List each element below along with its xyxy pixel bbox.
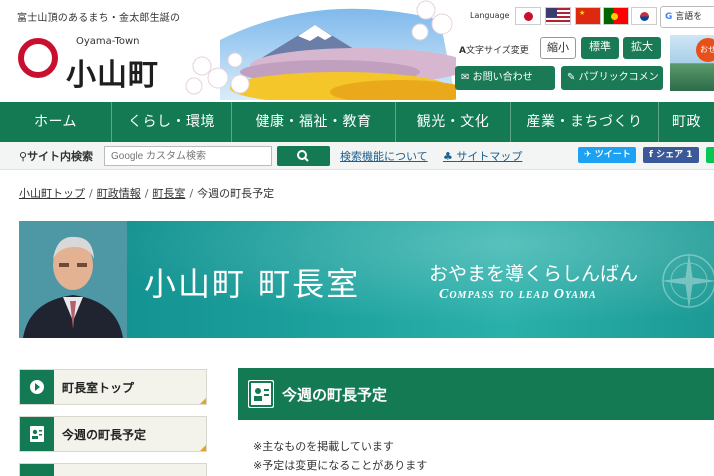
search-submit-button[interactable] (277, 146, 330, 166)
mayor-office-banner: 小山町 町長室 おやまを導くらしんばん Compass to lead Oyam… (19, 221, 714, 338)
note-line: ※主なものを掲載しています (253, 440, 394, 453)
tweet-button[interactable]: ✈ ツイート (578, 147, 636, 163)
contact-label: お問い合わせ (472, 72, 533, 83)
mail-icon: ✉ (461, 72, 470, 83)
breadcrumb: 小山町トップ / 町政情報 / 町長室 / 今週の町長予定 (19, 187, 275, 200)
flag-korea-icon[interactable] (631, 7, 657, 25)
search-icon: ⚲ (19, 150, 28, 163)
logo-title: 小山町 (66, 58, 159, 93)
site-search-label: ⚲サイト内検索 (19, 150, 94, 163)
nav-tourism-culture[interactable]: 観光・文化 (396, 102, 511, 142)
comment-icon: ✎ (567, 72, 576, 83)
breadcrumb-link-mayor-office[interactable]: 町長室 (152, 187, 185, 200)
note-line: ※予定は変更になることがあります (253, 459, 428, 472)
language-label: Language (470, 11, 510, 20)
sidebar-item-mayor-top[interactable]: 町長室トップ (19, 369, 207, 405)
page: 富士山頂のあるまち・金太郎生誕の地、静岡県小山町 Oyama-Town 小山町 (0, 0, 714, 476)
font-size-standard-button[interactable]: 標準 (581, 37, 619, 59)
nav-town-government[interactable]: 町政 (659, 102, 714, 142)
thumbnail-badge: おせ (696, 38, 714, 62)
contact-button[interactable]: ✉ お問い合わせ (455, 66, 555, 90)
flag-japan-icon[interactable] (515, 7, 541, 25)
breadcrumb-current: 今週の町長予定 (197, 187, 275, 200)
flag-portugal-icon[interactable] (603, 7, 629, 25)
breadcrumb-link-top[interactable]: 小山町トップ (19, 187, 85, 200)
search-help-link[interactable]: 検索機能について (340, 148, 428, 164)
line-share-button[interactable] (706, 147, 714, 163)
facebook-share-button[interactable]: f シェア 1 (643, 147, 699, 163)
translate-button[interactable]: G 言語を (660, 6, 714, 28)
sidebar-icon (20, 464, 54, 476)
logo-subtitle: Oyama-Town (76, 36, 140, 47)
sitemap-link[interactable]: ♣ サイトマップ (443, 148, 522, 164)
font-size-small-button[interactable]: 縮小 (540, 37, 576, 59)
font-size-large-button[interactable]: 拡大 (623, 37, 661, 59)
breadcrumb-link-government[interactable]: 町政情報 (97, 187, 141, 200)
contact-card-icon (248, 380, 274, 408)
public-comment-button[interactable]: ✎ パブリックコメント (561, 66, 663, 107)
facebook-icon: f (649, 150, 653, 160)
sidebar-item-label: 今週の町長予定 (62, 428, 147, 442)
sidebar-item-mayor-schedule[interactable]: 今週の町長予定 (19, 416, 207, 452)
contact-card-icon (20, 417, 54, 451)
twitter-icon: ✈ (584, 150, 592, 160)
search-input[interactable] (104, 146, 272, 166)
arrow-circle-icon (20, 370, 54, 404)
page-title: 今週の町長予定 (282, 386, 388, 404)
font-size-label: A文字サイズ変更 (459, 46, 529, 56)
flag-china-icon[interactable]: ★ (575, 7, 601, 25)
sitemap-icon: ♣ (443, 150, 453, 163)
google-g-icon: G (665, 12, 673, 22)
flag-usa-icon[interactable] (545, 7, 571, 25)
header-hero-image (180, 0, 456, 100)
nav-life-environment[interactable]: くらし・環境 (112, 102, 232, 142)
sidebar-item-next[interactable] (19, 463, 207, 476)
nav-health-welfare-education[interactable]: 健康・福祉・教育 (232, 102, 396, 142)
compass-icon (661, 253, 714, 309)
magnifier-icon (297, 150, 309, 162)
font-size-icon: A (459, 46, 466, 56)
banner-subtitle: Compass to lead Oyama (439, 287, 597, 302)
banner-title: 小山町 町長室 (144, 265, 361, 303)
site-logo[interactable]: Oyama-Town 小山町 (18, 36, 168, 93)
logo-mark-icon (18, 38, 58, 78)
nav-home[interactable]: ホーム (0, 102, 112, 142)
site-header: 富士山頂のあるまち・金太郎生誕の地、静岡県小山町 Oyama-Town 小山町 (0, 0, 714, 107)
sidebar-item-label: 町長室トップ (62, 381, 135, 395)
mayor-portrait (19, 221, 127, 338)
nav-industry-town[interactable]: 産業・まちづくり (511, 102, 659, 142)
banner-slogan: おやまを導くらしんばん (429, 263, 639, 285)
translate-label: 言語を (675, 12, 703, 22)
global-nav: ホーム くらし・環境 健康・福祉・教育 観光・文化 産業・まちづくり 町政 (0, 102, 714, 142)
